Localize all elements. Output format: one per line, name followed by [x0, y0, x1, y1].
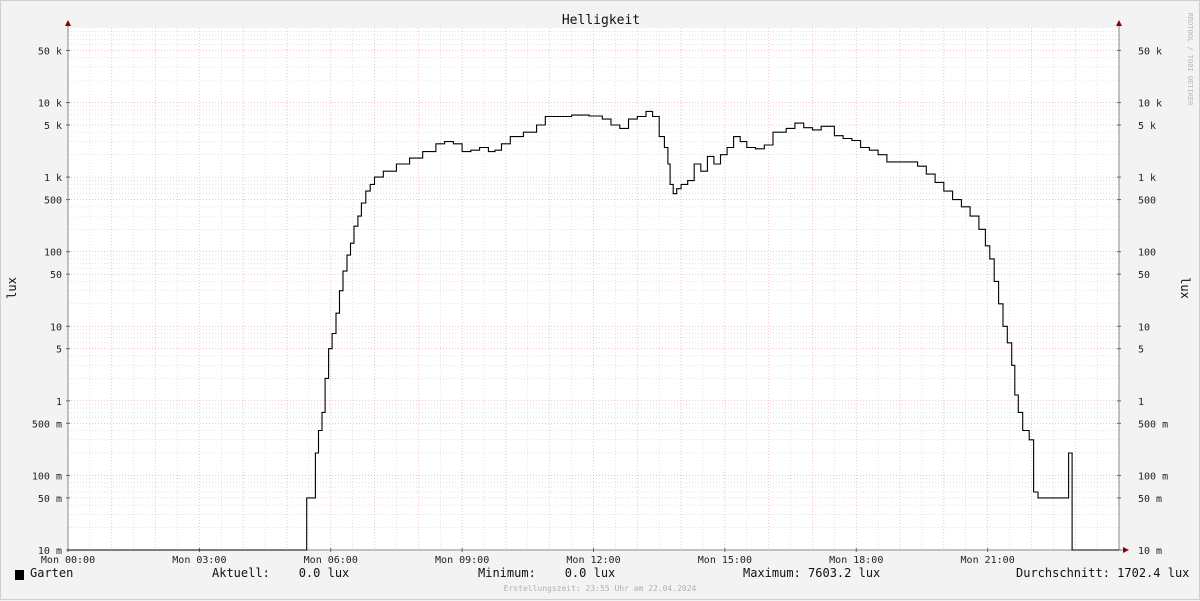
- chart-title: Helligkeit: [562, 13, 640, 28]
- legend-current: Aktuell: 0.0 lux: [212, 566, 350, 580]
- y-axis-label-right: lux: [1178, 277, 1192, 299]
- y-tick-label-right: 100 m: [1138, 471, 1168, 482]
- y-tick-label-right: 10 m: [1138, 546, 1162, 557]
- y-tick-label-right: 1 k: [1138, 173, 1156, 184]
- y-tick-label-right: 10 k: [1138, 99, 1162, 110]
- x-tick-label: Mon 18:00: [829, 555, 883, 566]
- x-tick-label: Mon 12:00: [566, 555, 620, 566]
- legend-series-name: Garten: [30, 566, 74, 580]
- legend-maximum: Maximum: 7603.2 lux: [743, 566, 881, 580]
- y-tick-label-left: 10 k: [38, 99, 62, 110]
- y-tick-label-left: 10: [50, 322, 62, 333]
- watermark: RRDTOOL / TOBI OETIKER: [1186, 13, 1194, 107]
- y-tick-label-left: 50: [50, 270, 62, 281]
- footer-creation-time: Erstellungszeit: 23:55 Uhr am 22.04.2024: [503, 584, 697, 593]
- chart-svg: Helligkeit lux lux RRDTOOL / TOBI OETIKE…: [5, 13, 1194, 566]
- y-tick-label-left: 500: [44, 196, 62, 207]
- y-tick-label-right: 500: [1138, 196, 1156, 207]
- y-tick-label-left: 100: [44, 248, 62, 259]
- y-axis-arrow-right: [1116, 20, 1122, 26]
- legend-minimum: Minimum: 0.0 lux: [478, 566, 616, 580]
- x-tick-label: Mon 06:00: [304, 555, 358, 566]
- y-tick-label-left: 50 m: [38, 494, 62, 505]
- x-tick-label: Mon 09:00: [435, 555, 489, 566]
- y-tick-label-left: 50 k: [38, 46, 62, 57]
- chart-frame: Helligkeit lux lux RRDTOOL / TOBI OETIKE…: [0, 0, 1200, 600]
- x-tick-label: Mon 03:00: [172, 555, 226, 566]
- y-tick-label-right: 50 k: [1138, 46, 1162, 57]
- y-tick-label-right: 100: [1138, 248, 1156, 259]
- legend-swatch-garten: [15, 570, 24, 580]
- y-tick-label-left: 1 k: [44, 173, 62, 184]
- y-tick-label-right: 50: [1138, 270, 1150, 281]
- y-tick-label-right: 50 m: [1138, 494, 1162, 505]
- x-tick-label: Mon 00:00: [41, 555, 95, 566]
- y-tick-label-right: 5: [1138, 345, 1144, 356]
- legend-average: Durchschnitt: 1702.4 lux: [1016, 566, 1190, 580]
- y-axis-arrow-left: [65, 20, 71, 26]
- y-axis-label: lux: [5, 277, 19, 299]
- x-tick-label: Mon 21:00: [961, 555, 1015, 566]
- x-tick-label: Mon 15:00: [698, 555, 752, 566]
- y-tick-label-left: 500 m: [32, 419, 62, 430]
- y-tick-label-left: 5: [56, 345, 62, 356]
- x-axis-arrow: [1123, 547, 1129, 553]
- y-tick-label-left: 1: [56, 397, 62, 408]
- y-tick-label-right: 1: [1138, 397, 1144, 408]
- y-tick-label-left: 5 k: [44, 121, 62, 132]
- y-tick-label-right: 5 k: [1138, 121, 1156, 132]
- y-tick-label-left: 100 m: [32, 471, 62, 482]
- y-tick-label-right: 500 m: [1138, 419, 1168, 430]
- y-tick-label-right: 10: [1138, 322, 1150, 333]
